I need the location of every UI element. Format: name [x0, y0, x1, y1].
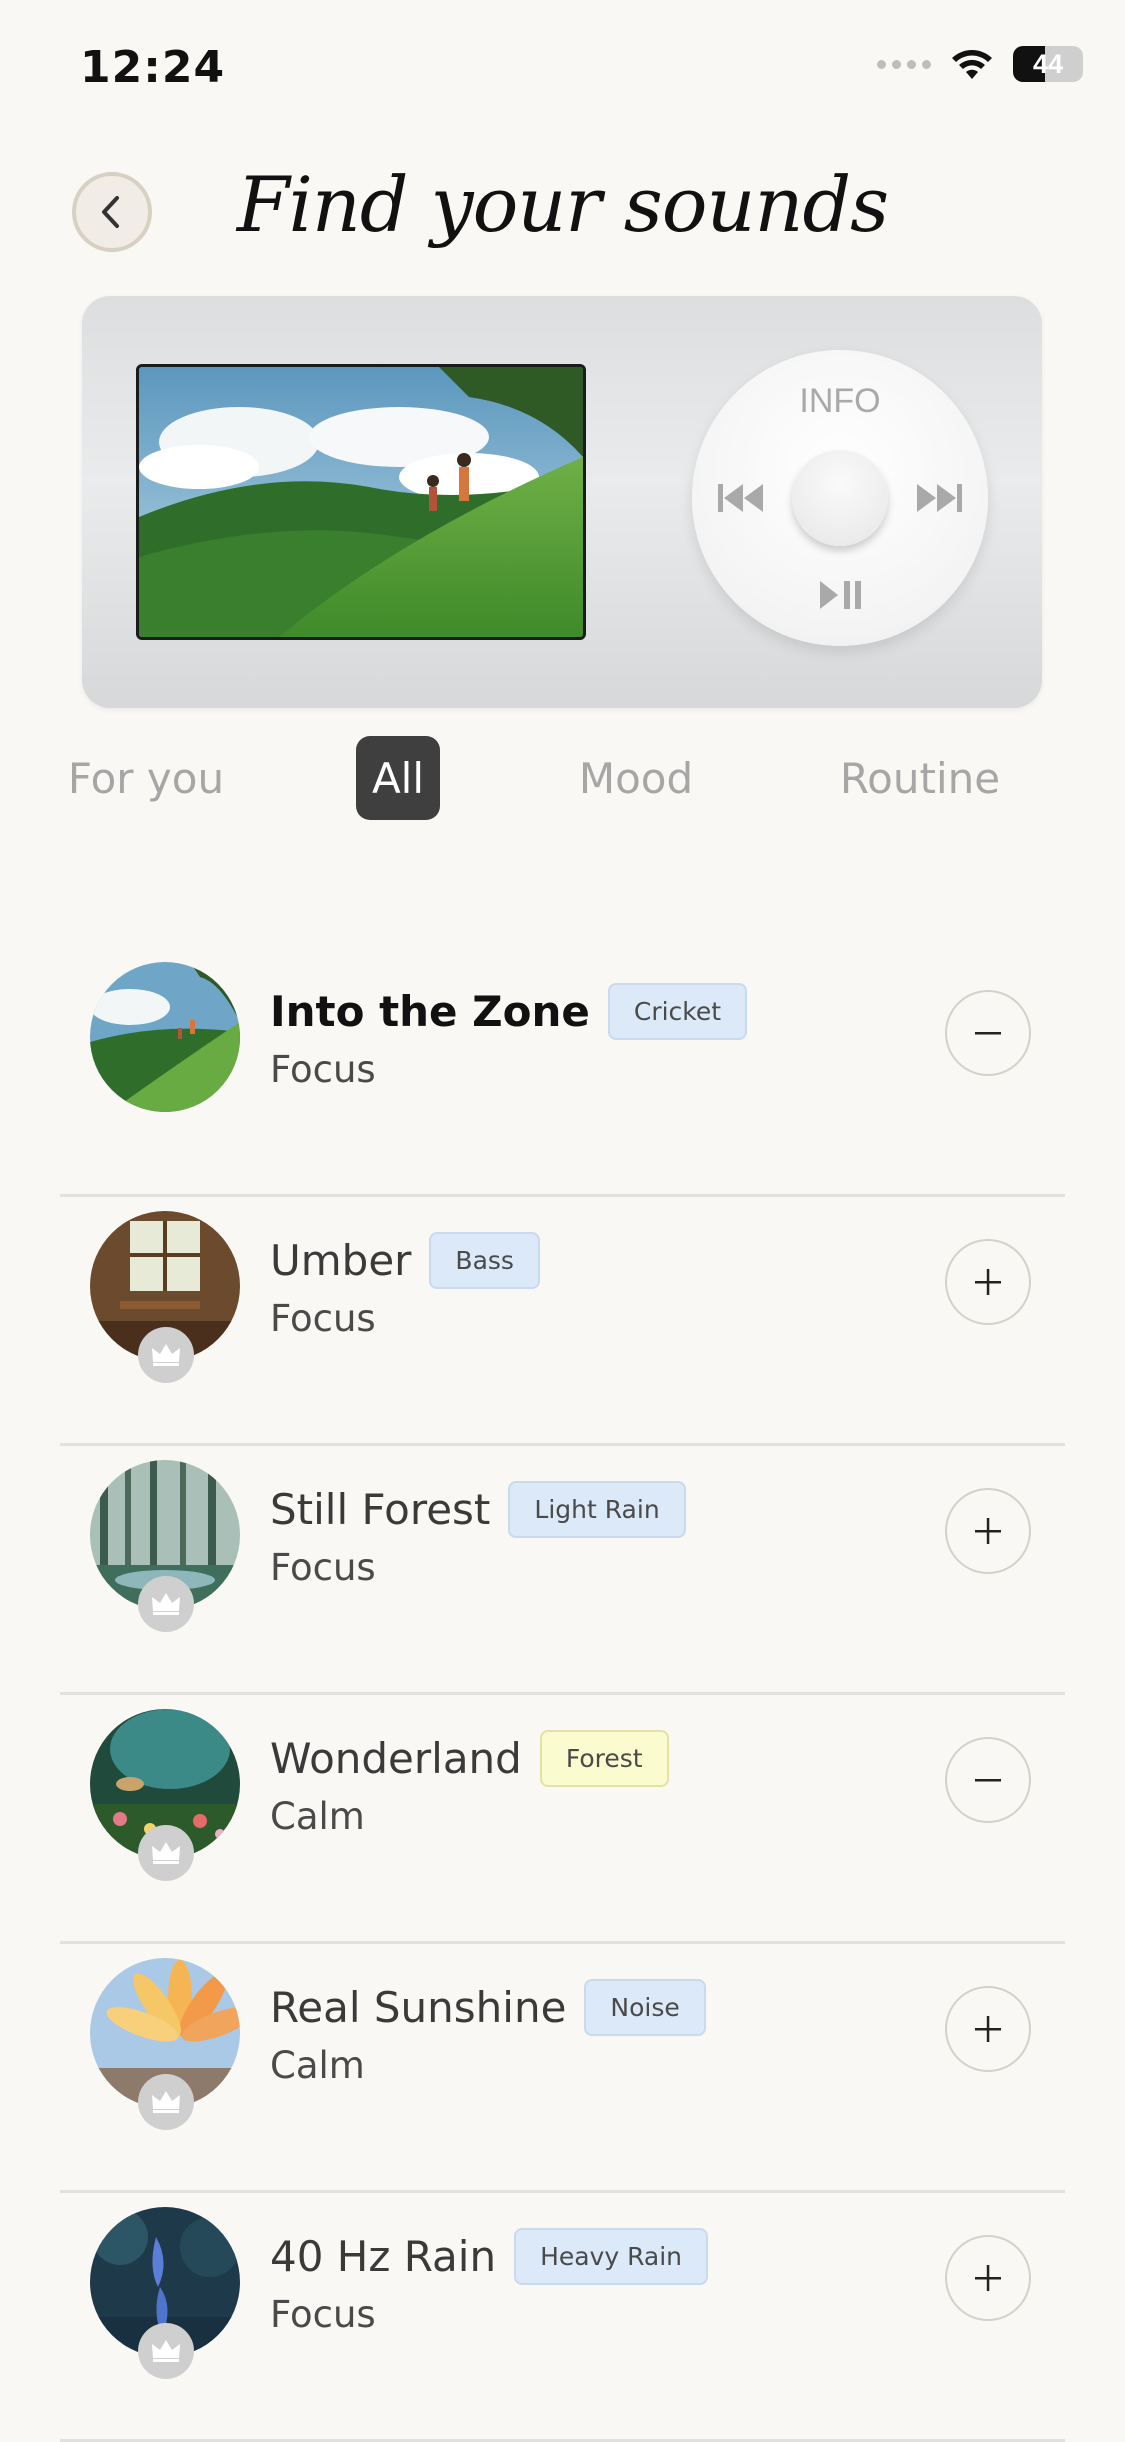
sound-row[interactable]: Into the Zone Cricket Focus — [60, 948, 1065, 1197]
player-artwork — [136, 364, 586, 640]
crown-icon — [152, 1344, 180, 1366]
sound-tag-badge: Noise — [584, 1979, 706, 2036]
premium-crown-badge — [138, 2074, 194, 2130]
play-pause-icon — [820, 581, 861, 609]
fast-forward-icon — [917, 484, 962, 512]
page-title: Find your sounds — [236, 160, 889, 249]
sound-category: Focus — [270, 1546, 376, 1589]
minus-icon — [975, 1779, 1001, 1782]
sound-row[interactable]: Still Forest Light Rain Focus — [60, 1446, 1065, 1695]
add-sound-button[interactable] — [945, 1986, 1031, 2072]
wifi-icon — [952, 50, 992, 79]
sound-title-line: Umber Bass — [270, 1232, 540, 1289]
sound-artwork — [90, 962, 240, 1112]
premium-crown-badge — [138, 1327, 194, 1383]
info-button[interactable]: INFO — [692, 382, 988, 421]
add-sound-button[interactable] — [945, 1488, 1031, 1574]
premium-crown-badge — [138, 2323, 194, 2379]
sound-name: Still Forest — [270, 1485, 491, 1534]
add-sound-button[interactable] — [945, 2235, 1031, 2321]
add-sound-button[interactable] — [945, 1239, 1031, 1325]
select-button[interactable] — [792, 450, 888, 546]
sound-category: Focus — [270, 2293, 376, 2336]
click-wheel[interactable]: INFO — [692, 350, 988, 646]
sound-row[interactable]: Real Sunshine Noise Calm — [60, 1944, 1065, 2193]
crown-icon — [152, 2091, 180, 2113]
plus-icon — [975, 2265, 1001, 2291]
next-track-button[interactable] — [914, 480, 964, 520]
sound-tag-badge: Bass — [429, 1232, 540, 1289]
sound-title-line: Real Sunshine Noise — [270, 1979, 706, 2036]
plus-icon — [975, 1518, 1001, 1544]
sound-category: Focus — [270, 1048, 376, 1091]
remove-sound-button[interactable] — [945, 990, 1031, 1076]
sound-title-line: 40 Hz Rain Heavy Rain — [270, 2228, 709, 2285]
sound-category: Calm — [270, 1795, 365, 1838]
premium-crown-badge — [138, 1825, 194, 1881]
crown-icon — [152, 1842, 180, 1864]
sound-tag-badge: Light Rain — [508, 1481, 686, 1538]
sound-category: Focus — [270, 1297, 376, 1340]
sound-row[interactable]: 40 Hz Rain Heavy Rain Focus — [60, 2193, 1065, 2442]
sound-name: Wonderland — [270, 1734, 522, 1783]
sound-name: Real Sunshine — [270, 1983, 567, 2032]
sound-tag-badge: Heavy Rain — [514, 2228, 709, 2285]
tab-all[interactable]: All — [356, 736, 440, 820]
sound-row[interactable]: Wonderland Forest Calm — [60, 1695, 1065, 1944]
tab-mood[interactable]: Mood — [566, 736, 706, 820]
sound-name: 40 Hz Rain — [270, 2232, 497, 2281]
crown-icon — [152, 1593, 180, 1615]
cellular-signal-icon — [877, 59, 931, 69]
plus-icon — [975, 1269, 1001, 1295]
status-icons: 44 — [877, 46, 1083, 82]
sound-name: Umber — [270, 1236, 412, 1285]
player-card: INFO — [82, 296, 1042, 708]
status-time: 12:24 — [80, 42, 226, 93]
tab-routine[interactable]: Routine — [832, 736, 1008, 820]
category-tabs: For you All Mood Routine — [0, 736, 1125, 820]
plus-icon — [975, 2016, 1001, 2042]
sound-title-line: Wonderland Forest — [270, 1730, 669, 1787]
sound-title-line: Still Forest Light Rain — [270, 1481, 686, 1538]
sound-row[interactable]: Umber Bass Focus — [60, 1197, 1065, 1446]
sound-title-line: Into the Zone Cricket — [270, 983, 748, 1040]
rewind-icon — [718, 484, 763, 512]
crown-icon — [152, 2340, 180, 2362]
sound-category: Calm — [270, 2044, 365, 2087]
previous-track-button[interactable] — [716, 480, 766, 520]
sound-tag-badge: Cricket — [607, 983, 748, 1040]
play-pause-button[interactable] — [818, 578, 864, 616]
sound-name: Into the Zone — [270, 987, 590, 1036]
premium-crown-badge — [138, 1576, 194, 1632]
sound-tag-badge: Forest — [539, 1730, 669, 1787]
battery-level: 44 — [1032, 48, 1064, 79]
minus-icon — [975, 1032, 1001, 1035]
battery-icon: 44 — [1013, 46, 1083, 82]
remove-sound-button[interactable] — [945, 1737, 1031, 1823]
tab-for-you[interactable]: For you — [62, 736, 230, 820]
sound-list: Into the Zone Cricket Focus Umber Bass F… — [60, 948, 1065, 2442]
